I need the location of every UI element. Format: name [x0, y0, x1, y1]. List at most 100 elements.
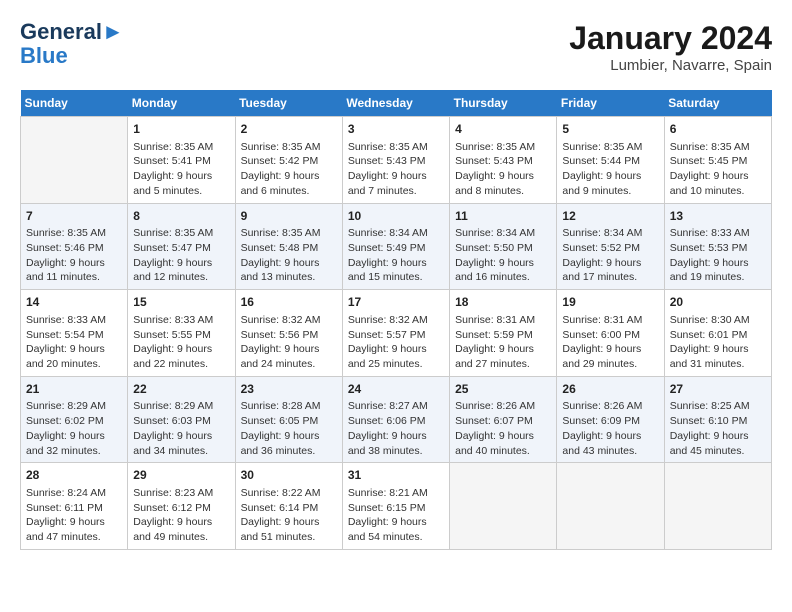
calendar-cell: 23Sunrise: 8:28 AMSunset: 6:05 PMDayligh…: [235, 376, 342, 463]
day-header-sunday: Sunday: [21, 90, 128, 117]
day-number: 3: [348, 121, 444, 138]
cell-info: Sunrise: 8:26 AMSunset: 6:07 PMDaylight:…: [455, 399, 551, 458]
calendar-cell: 8Sunrise: 8:35 AMSunset: 5:47 PMDaylight…: [128, 203, 235, 290]
calendar-cell: 9Sunrise: 8:35 AMSunset: 5:48 PMDaylight…: [235, 203, 342, 290]
day-number: 10: [348, 208, 444, 225]
day-number: 29: [133, 467, 229, 484]
cell-info: Sunrise: 8:35 AMSunset: 5:43 PMDaylight:…: [348, 140, 444, 199]
calendar-cell: 7Sunrise: 8:35 AMSunset: 5:46 PMDaylight…: [21, 203, 128, 290]
day-number: 26: [562, 381, 658, 398]
calendar-cell: 16 Sunrise: 8:32 AMSunset: 5:56 PMDayligh…: [235, 290, 342, 377]
cell-info: Sunrise: 8:28 AMSunset: 6:05 PMDaylight:…: [241, 399, 337, 458]
day-number: 14: [26, 294, 122, 311]
calendar-cell: 3 Sunrise: 8:35 AMSunset: 5:43 PMDaylight…: [342, 117, 449, 204]
calendar-cell: [450, 463, 557, 550]
day-number: 16: [241, 294, 337, 311]
day-number: 5: [562, 121, 658, 138]
day-number: 25: [455, 381, 551, 398]
logo-text: General►: [20, 20, 124, 44]
cell-info: Sunrise: 8:33 AMSunset: 5:54 PMDaylight:…: [26, 313, 122, 372]
day-number: 23: [241, 381, 337, 398]
day-number: 7: [26, 208, 122, 225]
calendar-cell: 31Sunrise: 8:21 AMSunset: 6:15 PMDayligh…: [342, 463, 449, 550]
calendar-cell: 2Sunrise: 8:35 AMSunset: 5:42 PMDaylight…: [235, 117, 342, 204]
cell-info: Sunrise: 8:26 AMSunset: 6:09 PMDaylight:…: [562, 399, 658, 458]
cell-info: Sunrise: 8:23 AMSunset: 6:12 PMDaylight:…: [133, 486, 229, 545]
calendar-week-row: 28Sunrise: 8:24 AMSunset: 6:11 PMDayligh…: [21, 463, 772, 550]
cell-info: Sunrise: 8:35 AMSunset: 5:42 PMDaylight:…: [241, 140, 337, 199]
calendar-cell: 29 Sunrise: 8:23 AMSunset: 6:12 PMDayligh…: [128, 463, 235, 550]
calendar-week-row: 21Sunrise: 8:29 AMSunset: 6:02 PMDayligh…: [21, 376, 772, 463]
day-number: 12: [562, 208, 658, 225]
calendar-cell: 24Sunrise: 8:27 AMSunset: 6:06 PMDayligh…: [342, 376, 449, 463]
calendar-cell: 12Sunrise: 8:34 AMSunset: 5:52 PMDayligh…: [557, 203, 664, 290]
cell-info: Sunrise: 8:22 AMSunset: 6:14 PMDaylight:…: [241, 486, 337, 545]
day-number: 18: [455, 294, 551, 311]
calendar-cell: 10Sunrise: 8:34 AMSunset: 5:49 PMDayligh…: [342, 203, 449, 290]
cell-info: Sunrise: 8:33 AMSunset: 5:55 PMDaylight:…: [133, 313, 229, 372]
day-number: 27: [670, 381, 766, 398]
cell-info: Sunrise: 8:34 AMSunset: 5:52 PMDaylight:…: [562, 226, 658, 285]
calendar-cell: 30 Sunrise: 8:22 AMSunset: 6:14 PMDayligh…: [235, 463, 342, 550]
calendar-week-row: 1 Sunrise: 8:35 AMSunset: 5:41 PMDaylight…: [21, 117, 772, 204]
day-header-thursday: Thursday: [450, 90, 557, 117]
day-header-wednesday: Wednesday: [342, 90, 449, 117]
cell-info: Sunrise: 8:31 AMSunset: 6:00 PMDaylight:…: [562, 313, 658, 372]
calendar-cell: [557, 463, 664, 550]
calendar-cell: 19 Sunrise: 8:31 AMSunset: 6:00 PMDayligh…: [557, 290, 664, 377]
calendar-cell: 28Sunrise: 8:24 AMSunset: 6:11 PMDayligh…: [21, 463, 128, 550]
day-number: 4: [455, 121, 551, 138]
cell-info: Sunrise: 8:35 AMSunset: 5:46 PMDaylight:…: [26, 226, 122, 285]
cell-info: Sunrise: 8:30 AMSunset: 6:01 PMDaylight:…: [670, 313, 766, 372]
day-number: 24: [348, 381, 444, 398]
calendar-cell: 21Sunrise: 8:29 AMSunset: 6:02 PMDayligh…: [21, 376, 128, 463]
calendar-cell: [21, 117, 128, 204]
calendar-cell: 11Sunrise: 8:34 AMSunset: 5:50 PMDayligh…: [450, 203, 557, 290]
day-number: 17: [348, 294, 444, 311]
day-header-saturday: Saturday: [664, 90, 771, 117]
cell-info: Sunrise: 8:29 AMSunset: 6:03 PMDaylight:…: [133, 399, 229, 458]
page-header: General► Blue January 2024 Lumbier, Nava…: [20, 20, 772, 74]
calendar-table: SundayMondayTuesdayWednesdayThursdayFrid…: [20, 90, 772, 550]
cell-info: Sunrise: 8:34 AMSunset: 5:49 PMDaylight:…: [348, 226, 444, 285]
day-number: 19: [562, 294, 658, 311]
cell-info: Sunrise: 8:35 AMSunset: 5:48 PMDaylight:…: [241, 226, 337, 285]
day-header-friday: Friday: [557, 90, 664, 117]
day-header-monday: Monday: [128, 90, 235, 117]
calendar-cell: 26Sunrise: 8:26 AMSunset: 6:09 PMDayligh…: [557, 376, 664, 463]
cell-info: Sunrise: 8:35 AMSunset: 5:41 PMDaylight:…: [133, 140, 229, 199]
calendar-cell: 27Sunrise: 8:25 AMSunset: 6:10 PMDayligh…: [664, 376, 771, 463]
calendar-cell: 25Sunrise: 8:26 AMSunset: 6:07 PMDayligh…: [450, 376, 557, 463]
cell-info: Sunrise: 8:21 AMSunset: 6:15 PMDaylight:…: [348, 486, 444, 545]
day-number: 15: [133, 294, 229, 311]
cell-info: Sunrise: 8:31 AMSunset: 5:59 PMDaylight:…: [455, 313, 551, 372]
day-number: 22: [133, 381, 229, 398]
calendar-cell: 18 Sunrise: 8:31 AMSunset: 5:59 PMDayligh…: [450, 290, 557, 377]
calendar-cell: 1 Sunrise: 8:35 AMSunset: 5:41 PMDaylight…: [128, 117, 235, 204]
cell-info: Sunrise: 8:35 AMSunset: 5:45 PMDaylight:…: [670, 140, 766, 199]
cell-info: Sunrise: 8:25 AMSunset: 6:10 PMDaylight:…: [670, 399, 766, 458]
calendar-cell: 4Sunrise: 8:35 AMSunset: 5:43 PMDaylight…: [450, 117, 557, 204]
calendar-week-row: 7Sunrise: 8:35 AMSunset: 5:46 PMDaylight…: [21, 203, 772, 290]
cell-info: Sunrise: 8:35 AMSunset: 5:47 PMDaylight:…: [133, 226, 229, 285]
location: Lumbier, Navarre, Spain: [569, 57, 772, 74]
calendar-cell: 15 Sunrise: 8:33 AMSunset: 5:55 PMDayligh…: [128, 290, 235, 377]
logo-blue: Blue: [20, 44, 124, 68]
day-number: 8: [133, 208, 229, 225]
day-number: 1: [133, 121, 229, 138]
cell-info: Sunrise: 8:27 AMSunset: 6:06 PMDaylight:…: [348, 399, 444, 458]
day-number: 20: [670, 294, 766, 311]
cell-info: Sunrise: 8:33 AMSunset: 5:53 PMDaylight:…: [670, 226, 766, 285]
calendar-cell: [664, 463, 771, 550]
cell-info: Sunrise: 8:29 AMSunset: 6:02 PMDaylight:…: [26, 399, 122, 458]
calendar-header-row: SundayMondayTuesdayWednesdayThursdayFrid…: [21, 90, 772, 117]
calendar-cell: 14 Sunrise: 8:33 AMSunset: 5:54 PMDayligh…: [21, 290, 128, 377]
cell-info: Sunrise: 8:32 AMSunset: 5:57 PMDaylight:…: [348, 313, 444, 372]
cell-info: Sunrise: 8:32 AMSunset: 5:56 PMDaylight:…: [241, 313, 337, 372]
day-number: 6: [670, 121, 766, 138]
day-number: 9: [241, 208, 337, 225]
day-number: 13: [670, 208, 766, 225]
day-number: 30: [241, 467, 337, 484]
calendar-cell: 20 Sunrise: 8:30 AMSunset: 6:01 PMDayligh…: [664, 290, 771, 377]
calendar-cell: 22Sunrise: 8:29 AMSunset: 6:03 PMDayligh…: [128, 376, 235, 463]
